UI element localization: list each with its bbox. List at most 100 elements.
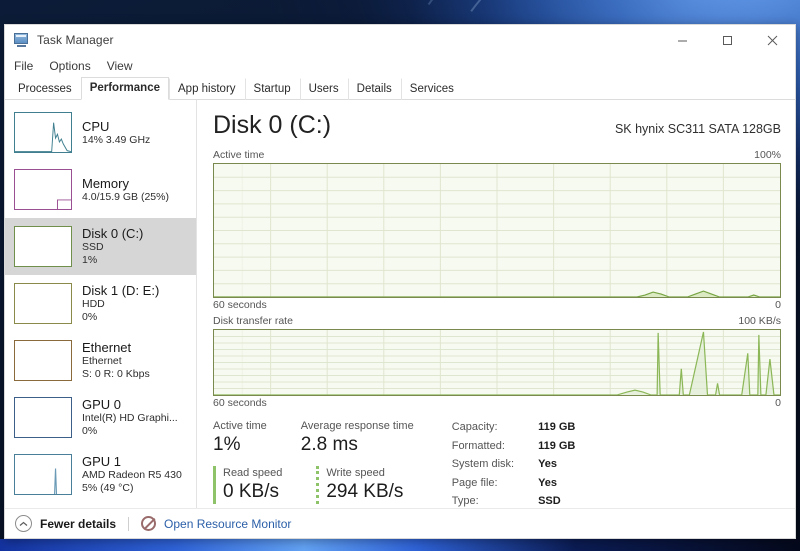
sidebar-item-sub2: S: 0 R: 0 Kbps [82, 368, 150, 380]
cpu-mini-graph [14, 112, 72, 153]
active-time-graph [213, 163, 781, 298]
sidebar-item-gpu-1[interactable]: GPU 1 AMD Radeon R5 430 5% (49 °C) [5, 446, 196, 503]
disk1-mini-graph [14, 283, 72, 324]
tab-startup[interactable]: Startup [244, 78, 300, 100]
sidebar-item-gpu-0-text: GPU 0 Intel(R) HD Graphi... 0% [82, 397, 178, 438]
device-name: SK hynix SC311 SATA 128GB [614, 122, 781, 136]
sidebar-item-gpu-1-text: GPU 1 AMD Radeon R5 430 5% (49 °C) [82, 454, 182, 495]
active-time-graph-footer: 60 seconds 0 [213, 299, 781, 311]
stat-write-speed: Write speed 294 KB/s [316, 466, 403, 504]
tab-bar: Processes Performance App history Startu… [5, 77, 795, 100]
detail-value-capacity: 119 GB [538, 421, 576, 433]
sidebar-item-cpu[interactable]: CPU 14% 3.49 GHz [5, 104, 196, 161]
sidebar-item-label: GPU 0 [82, 397, 122, 412]
sidebar-item-sub: HDD [82, 298, 105, 310]
transfer-rate-graph-time: 60 seconds [213, 397, 267, 409]
transfer-rate-graph-labels: Disk transfer rate 100 KB/s [213, 315, 781, 327]
transfer-rate-graph [213, 329, 781, 396]
stat-read-speed: Read speed 0 KB/s [213, 466, 282, 504]
tab-performance[interactable]: Performance [80, 77, 169, 100]
detail-key-page-file: Page file: [451, 476, 498, 489]
stat-active-time-value: 1% [213, 434, 241, 455]
tab-processes[interactable]: Processes [9, 78, 81, 100]
minimize-button[interactable] [660, 25, 705, 55]
stats-row-primary: Active time 1% Average response time 2.8… [213, 419, 414, 457]
sidebar-item-sub2: 5% (49 °C) [82, 482, 134, 494]
sidebar-item-sub2: 0% [82, 311, 98, 323]
stat-average-response-time-label: Average response time [300, 420, 414, 432]
sidebar-item-ethernet[interactable]: Ethernet Ethernet S: 0 R: 0 Kbps [5, 332, 196, 389]
resource-monitor-icon [141, 516, 157, 531]
menu-item-file[interactable]: File [14, 59, 33, 73]
stat-average-response-time-value: 2.8 ms [300, 434, 358, 455]
page-title: Disk 0 (C:) [213, 111, 332, 139]
window-body: CPU 14% 3.49 GHz Memory 4.0/15.9 GB (25%… [5, 100, 795, 508]
detail-key-system-disk: System disk: [451, 458, 515, 470]
memory-mini-graph [14, 169, 72, 210]
stat-read-speed-value: 0 KB/s [223, 481, 279, 502]
sidebar-item-label: CPU [82, 118, 110, 134]
disk-details-list: Capacity: 119 GB Formatted: 119 GB Syste… [452, 419, 576, 511]
disk0-mini-graph [14, 226, 72, 267]
sidebar-item-label: Memory [82, 175, 129, 191]
sidebar-item-memory[interactable]: Memory 4.0/15.9 GB (25%) [5, 161, 196, 218]
open-resource-monitor-link[interactable]: Open Resource Monitor [164, 517, 291, 531]
transfer-rate-graph-min: 0 [775, 397, 781, 409]
tab-users[interactable]: Users [299, 78, 348, 100]
tab-details[interactable]: Details [347, 78, 401, 100]
sidebar-item-sub: Intel(R) HD Graphi... [82, 412, 178, 424]
active-time-graph-time: 60 seconds [213, 299, 267, 311]
menu-item-options[interactable]: Options [49, 59, 90, 73]
detail-key-formatted: Formatted: [451, 439, 505, 452]
detail-key-capacity: Capacity: [451, 421, 498, 433]
transfer-rate-graph-label: Disk transfer rate [213, 315, 293, 327]
panel-header: Disk 0 (C:) SK hynix SC311 SATA 128GB [213, 110, 781, 140]
sidebar-item-label: GPU 1 [82, 454, 122, 469]
window-controls [660, 25, 795, 55]
stats-row-speeds: Read speed 0 KB/s Write speed 294 KB/s [213, 466, 414, 504]
sidebar-item-sub: AMD Radeon R5 430 [82, 469, 182, 481]
sidebar-item-sub2: 1% [82, 254, 98, 266]
window-title: Task Manager [37, 33, 114, 47]
detail-value-page-file: Yes [538, 476, 558, 489]
tab-app-history[interactable]: App history [169, 78, 245, 100]
sidebar-item-disk-1[interactable]: Disk 1 (D: E:) HDD 0% [5, 275, 196, 332]
performance-sidebar: CPU 14% 3.49 GHz Memory 4.0/15.9 GB (25%… [5, 100, 197, 508]
sidebar-item-sub: SSD [82, 241, 104, 253]
ethernet-mini-graph [14, 340, 72, 381]
stat-active-time: Active time 1% [213, 419, 267, 457]
sidebar-item-cpu-text: CPU 14% 3.49 GHz [82, 119, 150, 147]
sidebar-item-sub2: 0% [82, 425, 98, 437]
menu-item-view[interactable]: View [107, 59, 133, 73]
active-time-graph-labels: Active time 100% [213, 149, 781, 161]
title-bar: Task Manager [5, 25, 795, 55]
performance-detail-panel: Disk 0 (C:) SK hynix SC311 SATA 128GB Ac… [197, 100, 795, 508]
active-time-graph-max: 100% [754, 149, 781, 161]
gpu0-mini-graph [14, 397, 72, 438]
maximize-button[interactable] [705, 25, 750, 55]
stat-write-speed-label: Write speed [326, 467, 385, 479]
sidebar-item-sub: 14% 3.49 GHz [82, 133, 151, 146]
stat-average-response-time: Average response time 2.8 ms [301, 419, 414, 457]
chevron-up-icon[interactable] [15, 515, 32, 532]
transfer-rate-graph-max: 100 KB/s [738, 315, 781, 327]
sidebar-item-label: Ethernet [82, 340, 132, 355]
status-bar: Fewer details Open Resource Monitor [5, 508, 795, 538]
sidebar-item-sub: Ethernet [82, 355, 122, 367]
sidebar-item-sub: 4.0/15.9 GB (25%) [82, 190, 169, 203]
taskbar-glow [0, 539, 800, 551]
stat-read-speed-label: Read speed [223, 467, 283, 479]
sidebar-item-disk-1-text: Disk 1 (D: E:) HDD 0% [82, 283, 159, 324]
sidebar-item-gpu-0[interactable]: GPU 0 Intel(R) HD Graphi... 0% [5, 389, 196, 446]
gpu1-mini-graph [14, 454, 72, 495]
tab-services[interactable]: Services [400, 78, 463, 100]
sidebar-item-disk-0[interactable]: Disk 0 (C:) SSD 1% [5, 218, 196, 275]
sidebar-item-label: Disk 0 (C:) [82, 226, 144, 241]
fewer-details-button[interactable]: Fewer details [40, 517, 116, 531]
sidebar-item-disk-0-text: Disk 0 (C:) SSD 1% [82, 226, 143, 267]
stat-active-time-label: Active time [213, 420, 267, 432]
detail-value-system-disk: Yes [538, 458, 558, 470]
close-button[interactable] [750, 25, 795, 55]
sidebar-item-ethernet-text: Ethernet Ethernet S: 0 R: 0 Kbps [82, 340, 150, 381]
transfer-rate-graph-footer: 60 seconds 0 [213, 397, 781, 409]
